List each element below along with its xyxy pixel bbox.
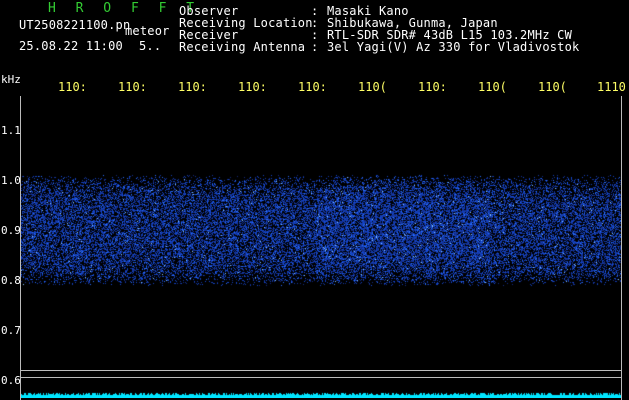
plot-right-border <box>621 96 622 400</box>
x-tick: 110: <box>238 80 267 94</box>
plot-reference-line <box>20 370 622 371</box>
y-axis-unit: kHz <box>1 73 21 86</box>
y-tick: 0.6 <box>1 374 21 387</box>
antenna-sep: : <box>311 40 319 54</box>
brand-title: H R O F F T <box>48 1 201 16</box>
date-time-tail: 5.. <box>139 39 162 53</box>
y-tick: 0.9 <box>1 224 21 237</box>
x-tick: 110( <box>478 80 507 94</box>
file-name: UT2508221100.pn <box>19 18 131 32</box>
plot-left-border <box>20 96 21 400</box>
x-tick: 110( <box>538 80 567 94</box>
x-tick: 110( <box>358 80 387 94</box>
x-tick: 110: <box>418 80 447 94</box>
x-tick: 110: <box>178 80 207 94</box>
x-tick: 110: <box>298 80 327 94</box>
spectrogram-plot <box>20 96 622 398</box>
antenna-value: 3el Yagi(V) Az 330 for Vladivostok <box>327 40 580 54</box>
x-tick: 110: <box>58 80 87 94</box>
x-tick: 1110 <box>597 80 626 94</box>
meteor-label: meteor <box>125 24 170 38</box>
y-tick: 0.8 <box>1 274 21 287</box>
date-time: 25.08.22 11:00 <box>19 39 123 53</box>
antenna-label: Receiving Antenna <box>179 40 306 54</box>
y-tick: 1.0 <box>1 174 21 187</box>
x-tick: 110: <box>118 80 147 94</box>
y-tick: 1.1 <box>1 124 21 137</box>
plot-reference-line <box>20 377 622 378</box>
y-tick: 0.7 <box>1 324 21 337</box>
